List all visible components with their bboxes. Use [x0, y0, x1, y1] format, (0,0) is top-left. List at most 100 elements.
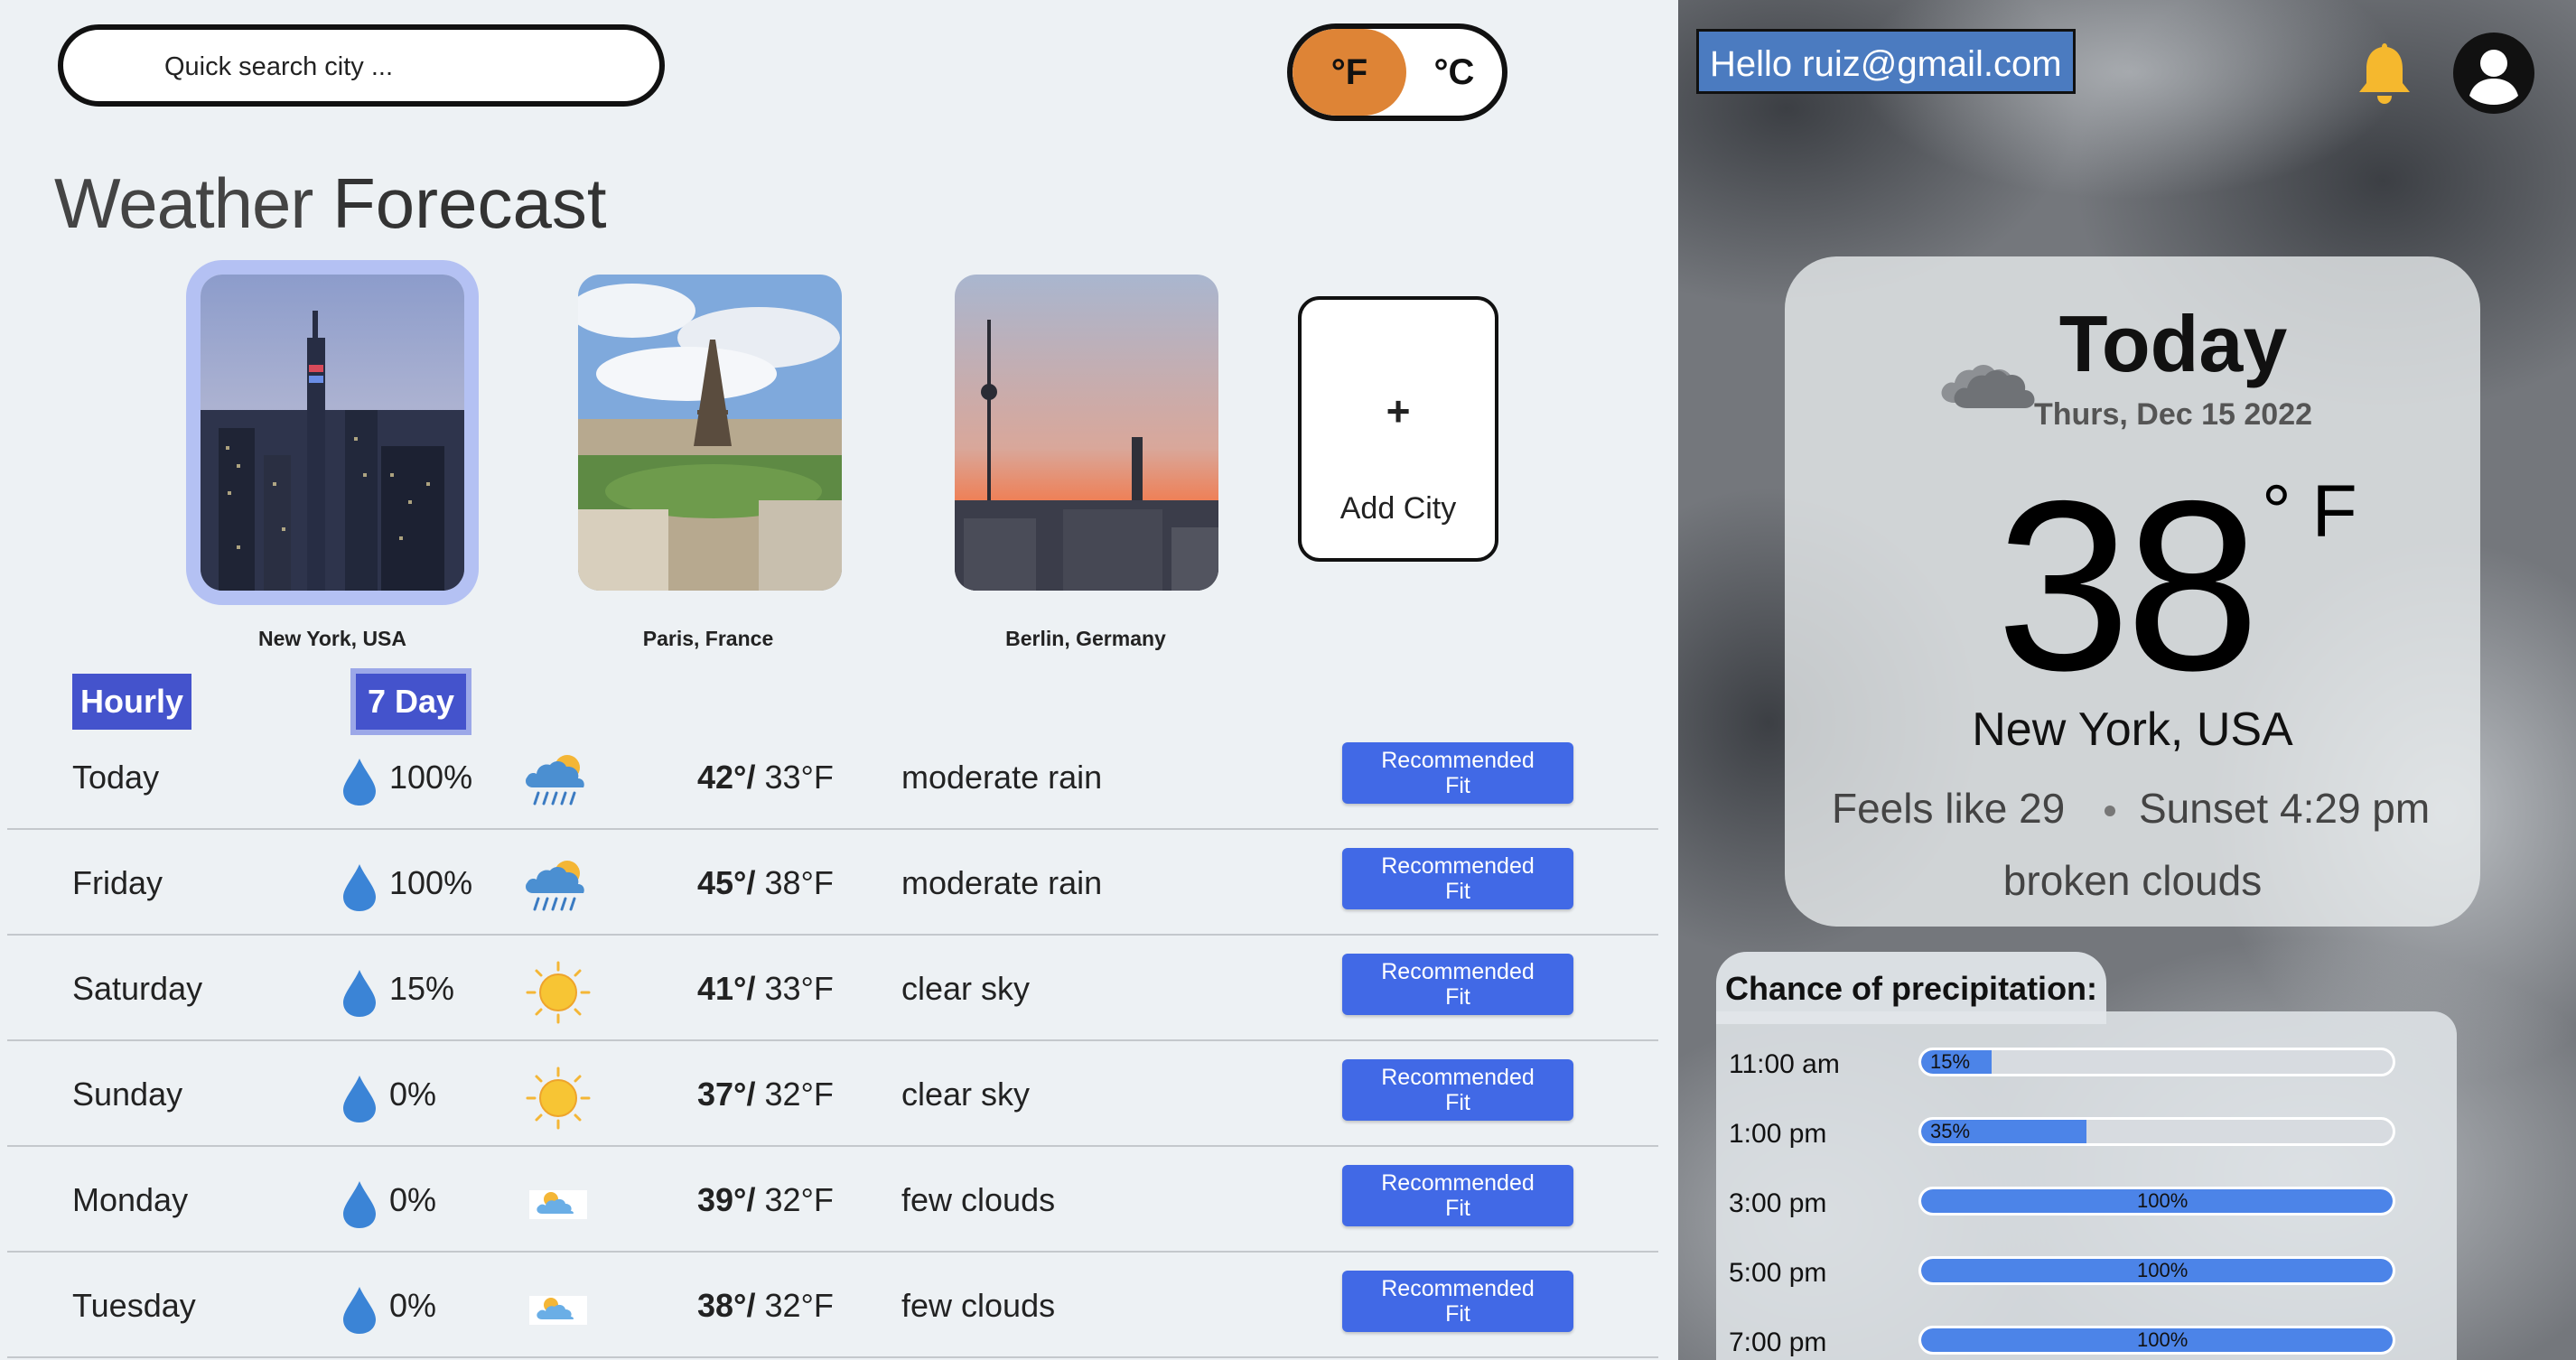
sun-icon: [524, 961, 593, 1024]
today-date: Thurs, Dec 15 2022: [2033, 397, 2313, 432]
forecast-high: 42°: [697, 759, 747, 796]
forecast-row: Today 100% 42°/ 33°F moderate rain Recommend…: [7, 722, 1658, 830]
current-city: New York, USA: [1972, 703, 2293, 756]
few-clouds-icon: [524, 1172, 593, 1235]
forecast-precip: 0%: [389, 1076, 437, 1113]
precipitation-percent: 15%: [1930, 1050, 1971, 1073]
raindrop-icon: [340, 968, 379, 1019]
berlin-photo: [955, 275, 1218, 591]
forecast-low: 33°F: [764, 970, 834, 1007]
page-title-light: Weather: [54, 163, 313, 243]
today-weather-card: Today Thurs, Dec 15 2022 38 ° F New York…: [1785, 256, 2480, 927]
unit-toggle[interactable]: °F °C: [1287, 23, 1507, 121]
bell-icon[interactable]: [2356, 40, 2413, 105]
city-label-paris: Paris, France: [642, 627, 774, 650]
forecast-row: Monday 0% 39°/ 32°F few clouds Recommended Fi…: [7, 1145, 1658, 1253]
forecast-row: Saturday 15% 41°/ 33°F clear sky Recommended…: [7, 934, 1658, 1041]
city-label-new-york: New York, USA: [257, 627, 407, 650]
precipitation-row: 3:00 pm 100%: [1716, 1179, 2457, 1234]
sun-icon: [524, 1067, 593, 1130]
new-york-photo: [201, 275, 464, 591]
paris-photo: [578, 275, 842, 591]
plus-icon: +: [1386, 387, 1411, 434]
recommended-fit-button[interactable]: Recommended Fit: [1342, 848, 1573, 909]
forecast-precip: 15%: [389, 970, 455, 1007]
current-temperature: 38: [1996, 450, 2260, 721]
recommended-fit-button[interactable]: Recommended Fit: [1342, 1165, 1573, 1226]
raindrop-icon: [340, 1179, 379, 1230]
forecast-precip: 100%: [389, 864, 473, 901]
forecast-temp: 39°/ 32°F: [697, 1181, 834, 1219]
forecast-precip: 0%: [389, 1287, 437, 1324]
add-city-button[interactable]: + Add City: [1298, 296, 1498, 562]
recommended-fit-button[interactable]: Recommended Fit: [1342, 1271, 1573, 1332]
forecast-temp: 45°/ 38°F: [697, 864, 834, 902]
forecast-high: 39°: [697, 1181, 747, 1218]
precipitation-bar: 100%: [1918, 1187, 2395, 1216]
rain-sun-icon: [524, 750, 593, 813]
forecast-day: Friday: [72, 864, 163, 901]
precipitation-title: Chance of precipitation:: [1725, 970, 2098, 1007]
unit-celsius-option[interactable]: °C: [1406, 29, 1502, 116]
forecast-day: Sunday: [72, 1076, 183, 1113]
city-card-paris[interactable]: [578, 275, 842, 591]
forecast-row: Friday 100% 45°/ 38°F moderate rain Recommen…: [7, 828, 1658, 936]
tab-hourly[interactable]: Hourly: [72, 674, 191, 730]
raindrop-icon: [340, 1074, 379, 1124]
recommended-fit-button[interactable]: Recommended Fit: [1342, 742, 1573, 804]
forecast-high: 37°: [697, 1076, 747, 1113]
precipitation-time: 7:00 pm: [1729, 1327, 1827, 1357]
forecast-day: Today: [72, 759, 160, 796]
precipitation-row: 7:00 pm 100%: [1716, 1318, 2457, 1360]
separator-dot: [2105, 806, 2115, 816]
forecast-row: Tuesday 0% 38°/ 32°F few clouds Recommended F…: [7, 1251, 1658, 1358]
forecast-temp: 41°/ 33°F: [697, 970, 834, 1008]
search-input[interactable]: [163, 46, 636, 88]
precipitation-percent: 100%: [2137, 1189, 2189, 1212]
city-label-berlin: Berlin, Germany: [1005, 627, 1166, 650]
forecast-day: Tuesday: [72, 1287, 196, 1324]
sunset-time: Sunset 4:29 pm: [2139, 785, 2431, 832]
forecast-description: few clouds: [901, 1287, 1056, 1324]
forecast-high: 41°: [697, 970, 747, 1007]
forecast-description: few clouds: [901, 1181, 1056, 1218]
feels-like: Feels like 29: [1832, 785, 2066, 832]
search-box[interactable]: [58, 24, 665, 107]
account-icon[interactable]: [2453, 33, 2534, 114]
precipitation-row: 11:00 am 15%: [1716, 1040, 2457, 1095]
precipitation-time: 11:00 am: [1729, 1049, 1840, 1079]
raindrop-icon: [340, 757, 379, 807]
today-title: Today: [2058, 299, 2288, 388]
current-condition: broken clouds: [2002, 857, 2263, 904]
tab-7-day[interactable]: 7 Day: [356, 674, 466, 730]
temp-separator: /: [746, 864, 756, 901]
add-city-label: Add City: [1339, 491, 1457, 526]
precipitation-bar: 35%: [1918, 1117, 2395, 1146]
recommended-fit-button[interactable]: Recommended Fit: [1342, 954, 1573, 1015]
forecast-description: clear sky: [901, 1076, 1031, 1113]
recommended-fit-button[interactable]: Recommended Fit: [1342, 1059, 1573, 1121]
precipitation-percent: 100%: [2137, 1328, 2189, 1351]
forecast-description: clear sky: [901, 970, 1031, 1007]
city-card-berlin[interactable]: [955, 275, 1218, 591]
temp-separator: /: [746, 970, 756, 1007]
forecast-day: Saturday: [72, 970, 203, 1007]
temp-separator: /: [746, 1181, 756, 1218]
temp-separator: /: [746, 759, 756, 796]
today-panel: Hello ruiz@gmail.com Today Thurs, Dec 15…: [1678, 0, 2576, 1360]
forecast-temp: 42°/ 33°F: [697, 759, 834, 796]
page-title: Weather Forecast: [54, 163, 607, 245]
precipitation-time: 5:00 pm: [1729, 1258, 1827, 1288]
temp-separator: /: [746, 1287, 756, 1324]
precipitation-bar: 100%: [1918, 1326, 2395, 1355]
precipitation-row: 5:00 pm 100%: [1716, 1249, 2457, 1303]
precipitation-percent: 35%: [1930, 1120, 1971, 1142]
unit-fahrenheit-option[interactable]: °F: [1293, 29, 1406, 116]
forecast-low: 32°F: [764, 1181, 834, 1218]
temp-separator: /: [746, 1076, 756, 1113]
user-greeting: Hello ruiz@gmail.com: [1696, 29, 2076, 94]
forecast-high: 45°: [697, 864, 747, 901]
few-clouds-icon: [524, 1278, 593, 1341]
forecast-low: 32°F: [764, 1076, 834, 1113]
city-card-new-york[interactable]: [201, 275, 464, 591]
